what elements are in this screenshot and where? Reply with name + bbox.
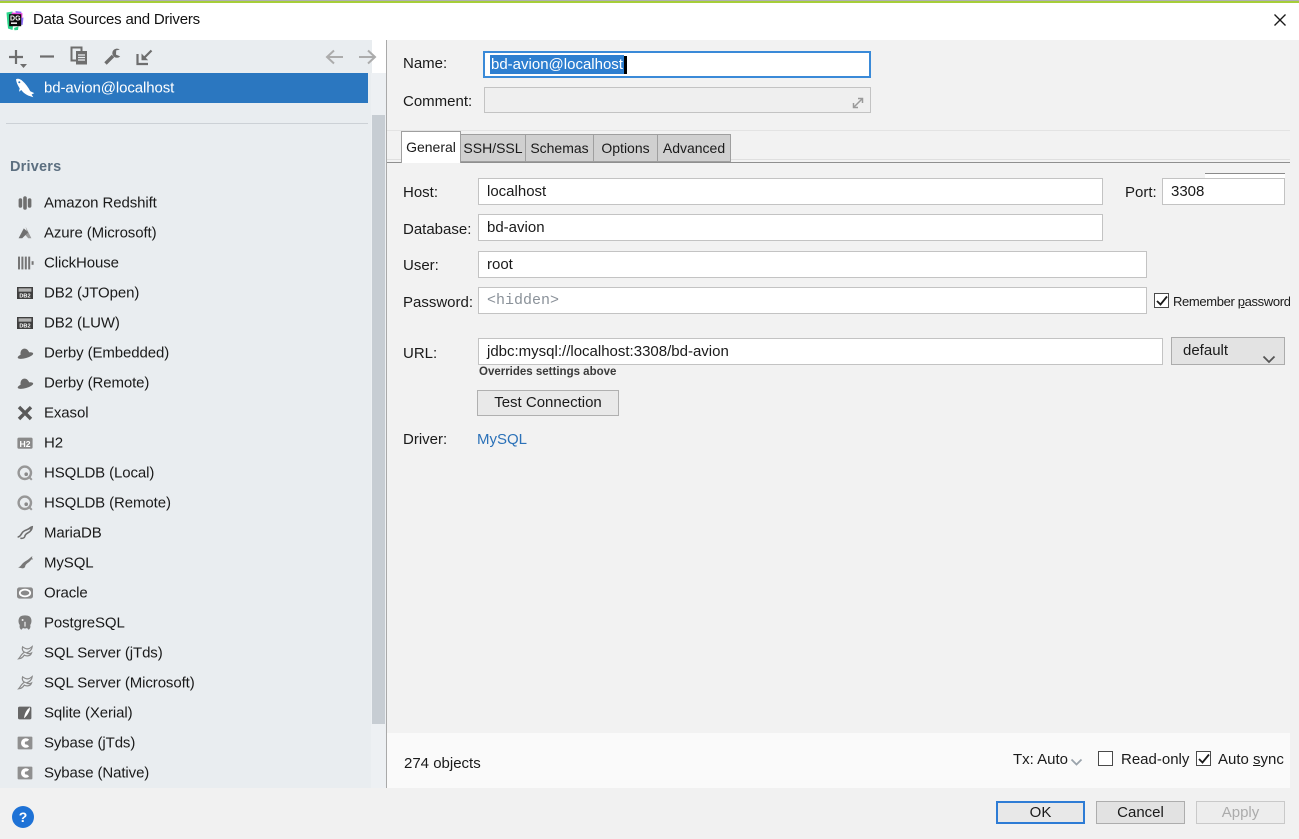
svg-text:DB2: DB2 <box>19 324 30 330</box>
svg-text:DG: DG <box>10 16 21 23</box>
svg-text:H2: H2 <box>20 439 31 449</box>
svg-text:DB2: DB2 <box>19 294 30 300</box>
